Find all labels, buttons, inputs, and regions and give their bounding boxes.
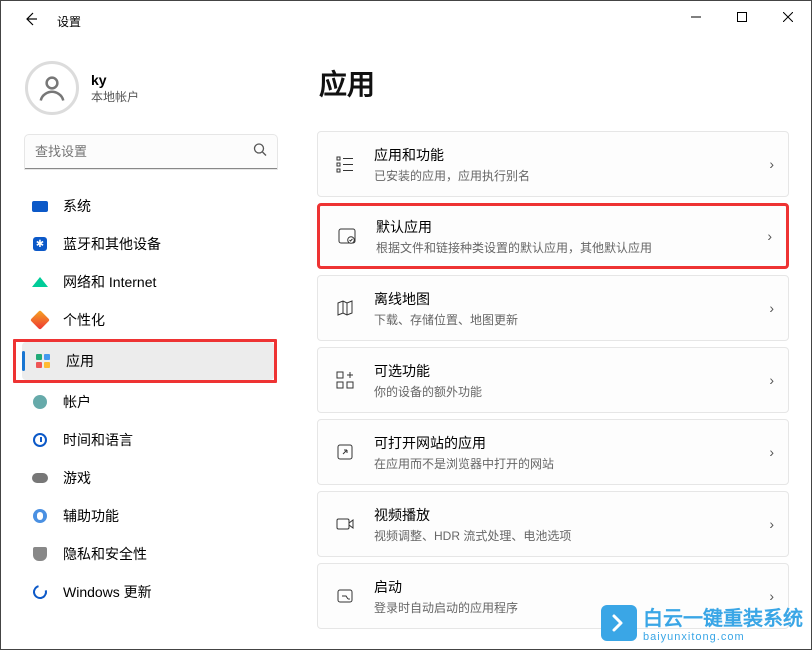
chevron-right-icon: › bbox=[769, 444, 774, 460]
card-subtitle: 登录时自动启动的应用程序 bbox=[374, 599, 769, 616]
card-apps-for-websites[interactable]: 可打开网站的应用 在应用而不是浏览器中打开的网站 › bbox=[317, 419, 789, 485]
search-input[interactable] bbox=[25, 135, 277, 169]
sidebar-item-label: 蓝牙和其他设备 bbox=[63, 234, 161, 254]
card-default-apps[interactable]: 默认应用 根据文件和链接种类设置的默认应用，其他默认应用 › bbox=[317, 203, 789, 269]
user-account-type: 本地帐户 bbox=[91, 88, 139, 105]
card-startup[interactable]: 启动 登录时自动启动的应用程序 › bbox=[317, 563, 789, 629]
back-button[interactable] bbox=[19, 11, 43, 32]
sidebar-item-label: Windows 更新 bbox=[63, 582, 152, 602]
maximize-button[interactable] bbox=[719, 1, 765, 33]
list-icon bbox=[332, 154, 358, 174]
card-title: 默认应用 bbox=[376, 217, 767, 237]
card-title: 视频播放 bbox=[374, 505, 769, 525]
gamepad-icon bbox=[31, 473, 49, 483]
sidebar-item-system[interactable]: 系统 bbox=[19, 187, 301, 225]
sidebar-item-label: 应用 bbox=[66, 351, 94, 371]
chevron-right-icon: › bbox=[769, 588, 774, 604]
card-video-playback[interactable]: 视频播放 视频调整、HDR 流式处理、电池选项 › bbox=[317, 491, 789, 557]
sidebar: ky 本地帐户 系统 ✱ 蓝牙和其他设备 网络和 Internet bbox=[1, 41, 301, 649]
video-icon bbox=[332, 514, 358, 534]
sidebar-item-network[interactable]: 网络和 Internet bbox=[19, 263, 301, 301]
sidebar-item-personalization[interactable]: 个性化 bbox=[19, 301, 301, 339]
chevron-right-icon: › bbox=[769, 156, 774, 172]
accessibility-icon bbox=[31, 509, 49, 523]
card-title: 可打开网站的应用 bbox=[374, 433, 769, 453]
startup-icon bbox=[332, 586, 358, 606]
card-subtitle: 在应用而不是浏览器中打开的网站 bbox=[374, 455, 769, 472]
card-offline-maps[interactable]: 离线地图 下载、存储位置、地图更新 › bbox=[317, 275, 789, 341]
sidebar-item-label: 隐私和安全性 bbox=[63, 544, 147, 564]
sidebar-item-gaming[interactable]: 游戏 bbox=[19, 459, 301, 497]
chevron-right-icon: › bbox=[769, 372, 774, 388]
card-apps-features[interactable]: 应用和功能 已安装的应用，应用执行别名 › bbox=[317, 131, 789, 197]
card-optional-features[interactable]: 可选功能 你的设备的额外功能 › bbox=[317, 347, 789, 413]
card-subtitle: 下载、存储位置、地图更新 bbox=[374, 311, 769, 328]
settings-cards: 应用和功能 已安装的应用，应用执行别名 › 默认应用 根据文件和链接种类设置的默… bbox=[317, 131, 789, 629]
sidebar-item-label: 网络和 Internet bbox=[63, 272, 156, 292]
sidebar-item-label: 系统 bbox=[63, 196, 91, 216]
shield-icon bbox=[31, 547, 49, 561]
sidebar-item-label: 游戏 bbox=[63, 468, 91, 488]
sidebar-item-bluetooth[interactable]: ✱ 蓝牙和其他设备 bbox=[19, 225, 301, 263]
wifi-icon bbox=[31, 277, 49, 287]
minimize-button[interactable] bbox=[673, 1, 719, 33]
sidebar-item-privacy[interactable]: 隐私和安全性 bbox=[19, 535, 301, 573]
sidebar-item-label: 辅助功能 bbox=[63, 506, 119, 526]
card-subtitle: 根据文件和链接种类设置的默认应用，其他默认应用 bbox=[376, 239, 767, 256]
page-title: 应用 bbox=[319, 63, 789, 103]
card-subtitle: 你的设备的额外功能 bbox=[374, 383, 769, 400]
chevron-right-icon: › bbox=[769, 516, 774, 532]
account-icon bbox=[31, 395, 49, 409]
card-subtitle: 视频调整、HDR 流式处理、电池选项 bbox=[374, 527, 769, 544]
avatar bbox=[25, 61, 79, 115]
sidebar-item-windows-update[interactable]: Windows 更新 bbox=[19, 573, 301, 611]
bluetooth-icon: ✱ bbox=[31, 237, 49, 251]
system-icon bbox=[31, 201, 49, 212]
highlight-box-apps: 应用 bbox=[13, 339, 277, 383]
card-title: 启动 bbox=[374, 577, 769, 597]
close-button[interactable] bbox=[765, 1, 811, 33]
update-icon bbox=[31, 585, 49, 599]
chevron-right-icon: › bbox=[769, 300, 774, 316]
card-title: 应用和功能 bbox=[374, 145, 769, 165]
search-icon bbox=[253, 143, 267, 162]
sidebar-item-apps[interactable]: 应用 bbox=[22, 342, 274, 380]
sidebar-item-label: 时间和语言 bbox=[63, 430, 133, 450]
map-icon bbox=[332, 298, 358, 318]
nav: 系统 ✱ 蓝牙和其他设备 网络和 Internet 个性化 应用 bbox=[19, 187, 301, 611]
apps-icon bbox=[34, 354, 52, 368]
brush-icon bbox=[31, 313, 49, 327]
sidebar-item-label: 个性化 bbox=[63, 310, 105, 330]
chevron-right-icon: › bbox=[767, 228, 772, 244]
sidebar-item-accounts[interactable]: 帐户 bbox=[19, 383, 301, 421]
clock-icon bbox=[31, 433, 49, 447]
share-icon bbox=[332, 442, 358, 462]
window-title: 设置 bbox=[57, 13, 81, 30]
user-name: ky bbox=[91, 72, 139, 88]
card-title: 离线地图 bbox=[374, 289, 769, 309]
user-box[interactable]: ky 本地帐户 bbox=[19, 49, 301, 135]
card-subtitle: 已安装的应用，应用执行别名 bbox=[374, 167, 769, 184]
sidebar-item-time-language[interactable]: 时间和语言 bbox=[19, 421, 301, 459]
sidebar-item-accessibility[interactable]: 辅助功能 bbox=[19, 497, 301, 535]
card-title: 可选功能 bbox=[374, 361, 769, 381]
sidebar-item-label: 帐户 bbox=[63, 392, 91, 412]
grid-plus-icon bbox=[332, 370, 358, 390]
default-apps-icon bbox=[334, 226, 360, 246]
